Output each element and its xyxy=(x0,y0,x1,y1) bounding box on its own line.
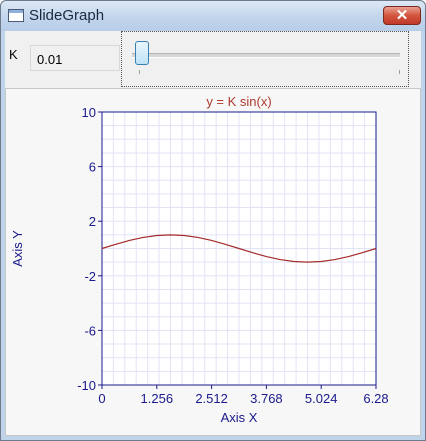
x-tick-label: 6.28 xyxy=(363,391,388,406)
x-tick-label: 1.256 xyxy=(141,391,174,406)
title-bar[interactable]: SlideGraph ✕ xyxy=(1,1,425,31)
y-tick-label: -6 xyxy=(84,323,96,338)
slider-tick-min xyxy=(139,70,140,74)
y-tick-label: -10 xyxy=(77,378,96,393)
slider-thumb[interactable] xyxy=(134,41,149,65)
x-tick-label: 5.024 xyxy=(305,391,338,406)
chart-svg: 0 1.256 2.512 3.768 5.024 6.28 10 6 2 -2 -6 -10 Axis… xyxy=(10,94,389,425)
k-label: K xyxy=(9,47,18,62)
slider-tick-max xyxy=(399,70,400,74)
y-tick-label: 6 xyxy=(89,160,96,175)
close-icon: ✕ xyxy=(395,7,409,24)
close-button[interactable]: ✕ xyxy=(383,6,421,25)
k-value-field[interactable]: 0.01 xyxy=(30,45,120,71)
chart-title: y = K sin(x) xyxy=(206,94,271,109)
y-tick-label: -2 xyxy=(84,269,96,284)
plot-panel: 0 1.256 2.512 3.768 5.024 6.28 10 6 2 -2 -6 -10 Axis… xyxy=(5,88,421,436)
x-tick-label: 3.768 xyxy=(250,391,283,406)
x-axis-label: Axis X xyxy=(221,410,258,425)
y-tick-label: 2 xyxy=(89,214,96,229)
client-area: K 0.01 0 1.256 2.512 3.768 5.024 6.28 10 6 2 -2 -6… xyxy=(5,31,421,436)
app-window: SlideGraph ✕ K 0.01 0 1.256 2.512 3.768 5.02… xyxy=(0,0,426,441)
x-tick-label: 0 xyxy=(98,391,105,406)
slider-track[interactable] xyxy=(132,53,400,58)
y-tick-label: 10 xyxy=(82,105,96,120)
window-title: SlideGraph xyxy=(29,7,105,24)
k-slider[interactable] xyxy=(121,31,409,87)
window-app-icon xyxy=(8,9,24,22)
x-tick-label: 2.512 xyxy=(195,391,228,406)
y-axis-label: Axis Y xyxy=(10,230,25,267)
